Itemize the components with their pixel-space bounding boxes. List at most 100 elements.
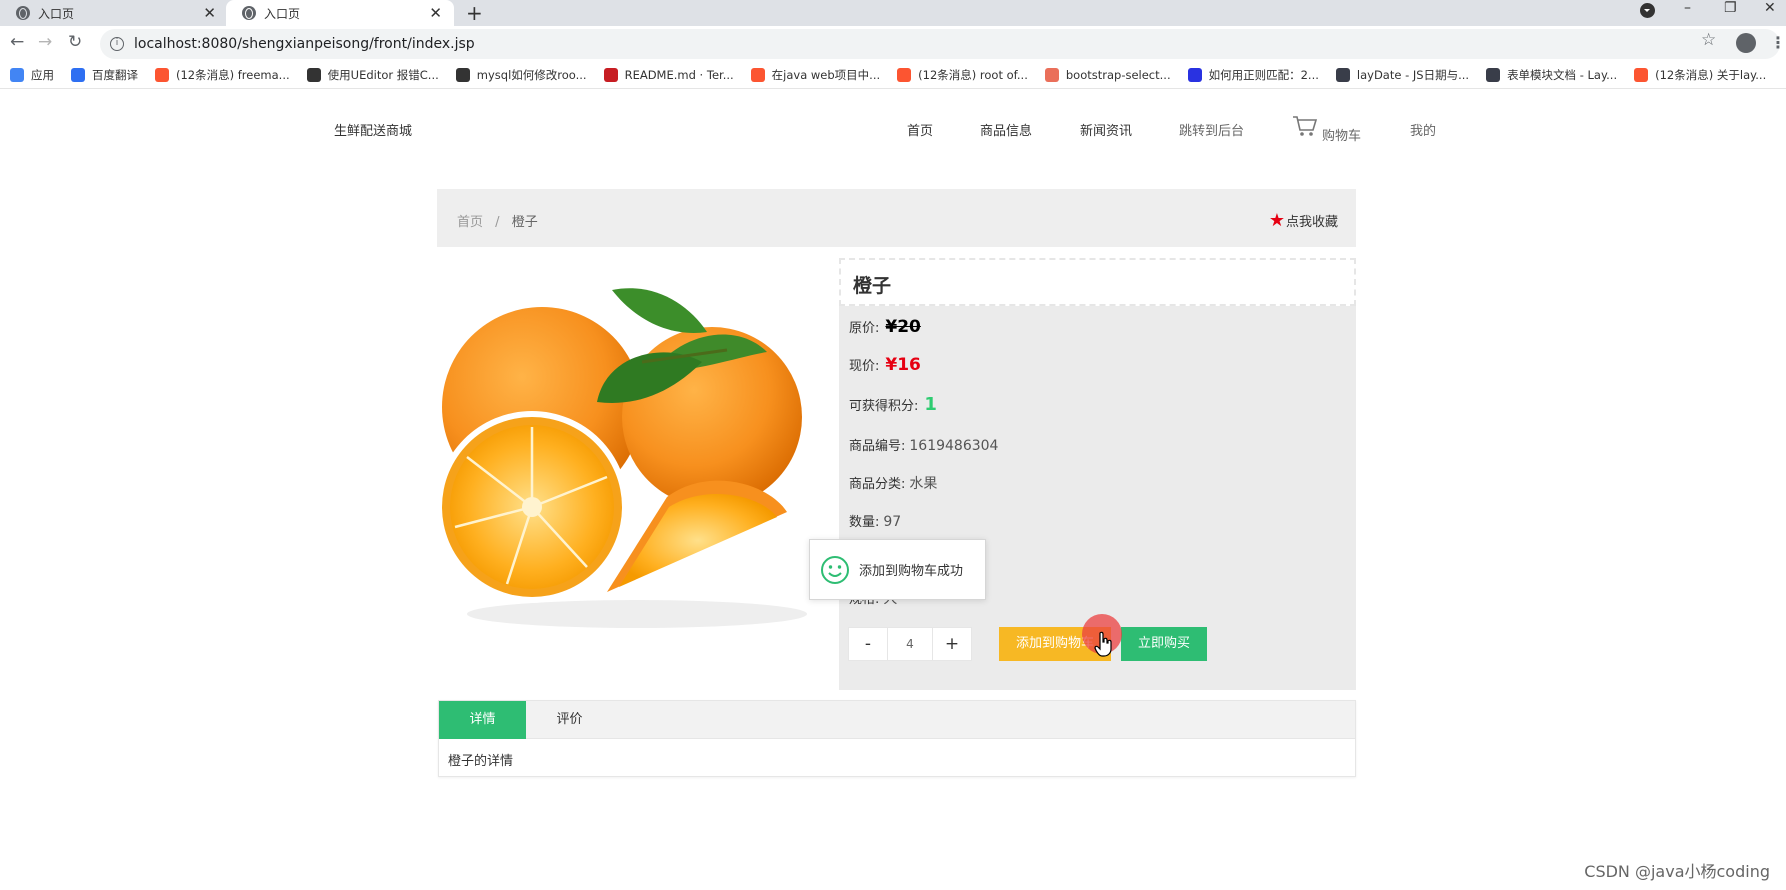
browser-tab-active[interactable]: 入口页 ✕ [226,0,454,26]
nav-home[interactable]: 首页 [907,120,933,139]
csdn-icon [897,68,912,82]
bookmark-item[interactable]: 表单模块文档 - Lay... [1486,67,1617,83]
globe-icon [16,6,30,20]
current-price-label: 现价: [849,359,880,374]
bookmark-item[interactable]: README.md · Ter... [603,68,734,82]
tab-details[interactable]: 详情 [439,701,526,739]
hand-cursor-icon [1094,631,1112,657]
bookmark-item[interactable]: 应用 [10,67,54,83]
browser-tab-title: 入口页 [264,6,301,21]
jianshu-icon [1044,68,1059,82]
quantity-stepper: - 4 + [848,627,972,661]
browser-menu-icon[interactable]: ⋮ [1770,33,1786,52]
stock-value: 97 [883,514,902,530]
bookmark-star-icon[interactable]: ☆ [1701,30,1716,50]
breadcrumb-separator: / [495,215,500,230]
favorite-button[interactable]: ★ 点我收藏 [1269,210,1338,231]
site-info-icon[interactable]: i [110,37,124,51]
bookmark-item[interactable]: 在java web项目中... [750,67,881,83]
minimize-icon[interactable]: – [1684,0,1691,16]
quantity-minus-button[interactable]: - [848,627,888,661]
toast-message: 添加到购物车成功 [859,564,964,579]
csdn-icon [155,68,169,82]
bookmark-item[interactable]: layDate - JS日期与... [1335,67,1469,83]
url-text: localhost:8080/shengxianpeisong/front/in… [134,36,475,52]
original-price-label: 原价: [849,321,880,336]
restore-icon[interactable]: ❐ [1724,0,1737,16]
detail-tabs-box: 详情 评价 橙子的详情 [438,700,1356,777]
apps-grid-icon [10,68,24,82]
bookmark-item[interactable]: (12条消息) root of... [897,67,1028,83]
bookmark-item[interactable]: 百度翻译 [71,67,138,83]
breadcrumb: 首页 / 橙子 [457,211,538,230]
csdn-icon [1634,68,1649,82]
forward-arrow-icon[interactable]: → [38,32,52,52]
product-code-label: 商品编号: [849,439,906,454]
bookmark-label: (12条消息) 关于lay... [1655,68,1767,82]
bookmark-item[interactable]: 如何用正则匹配：2... [1187,67,1319,83]
tab-search-icon[interactable] [1640,3,1655,18]
breadcrumb-current: 橙子 [511,215,538,230]
baidu-paw-icon [1187,68,1202,82]
bookmark-label: 百度翻译 [92,68,138,82]
category-row: 商品分类: 水果 [849,473,937,493]
nav-news[interactable]: 新闻资讯 [1080,120,1132,139]
bookmarks-bar: 应用 百度翻译 (12条消息) freema... 使用UEditor 报错C... m… [0,62,1786,89]
url-bar[interactable]: i localhost:8080/shengxianpeisong/front/… [100,29,1780,59]
detail-tab-header: 详情 评价 [439,701,1355,739]
stock-label: 数量: [849,515,880,530]
product-code-row: 商品编号: 1619486304 [849,435,998,454]
feather-icon [306,68,321,82]
bookmark-label: bootstrap-select... [1065,68,1171,82]
product-title-box: 橙子 [839,258,1356,306]
breadcrumb-home[interactable]: 首页 [457,215,483,230]
bookmark-label: (12条消息) freema... [176,68,290,82]
nav-products[interactable]: 商品信息 [980,120,1032,139]
baidu-translate-icon [71,68,85,82]
bookmark-item[interactable]: bootstrap-select... [1044,68,1171,82]
site-logo[interactable]: 生鲜配送商城 [334,120,412,139]
tab-reviews[interactable]: 评价 [526,701,613,739]
original-price: ¥20 [885,317,921,337]
category-label: 商品分类: [849,477,906,492]
points-row: 可获得积分: 1 [849,394,937,415]
smile-icon [821,555,849,584]
bookmark-item[interactable]: (12条消息) 关于lay... [1634,67,1766,83]
bookmark-label: 使用UEditor 报错C... [327,68,439,82]
stock-row: 数量: 97 [849,511,901,530]
bookmark-label: 表单模块文档 - Lay... [1507,68,1618,82]
window-close-icon[interactable]: ✕ [1764,0,1776,16]
quantity-input[interactable]: 4 [888,627,932,661]
category-value: 水果 [909,476,938,492]
bookmark-item[interactable]: mysql如何修改roo... [455,67,587,83]
layui-icon [1335,68,1350,82]
bookmark-item[interactable]: 使用UEditor 报错C... [306,67,439,83]
nav-mine[interactable]: 我的 [1410,120,1436,139]
profile-avatar-icon[interactable] [1736,33,1756,53]
points-value: 1 [924,394,937,415]
close-tab-icon[interactable]: ✕ [203,4,216,22]
quantity-plus-button[interactable]: + [932,627,972,661]
bookmark-label: (12条消息) root of... [918,68,1028,82]
back-arrow-icon[interactable]: ← [10,32,24,52]
buy-now-button[interactable]: 立即购买 [1121,627,1207,661]
globe-icon [242,6,256,20]
browser-tab[interactable]: 入口页 ✕ [0,0,228,26]
success-toast: 添加到购物车成功 [809,539,986,600]
browser-tab-title: 入口页 [38,6,75,21]
browser-tab-strip: 入口页 ✕ 入口页 ✕ + – ❐ ✕ [0,0,1786,26]
new-tab-plus-icon[interactable]: + [466,1,483,25]
bookmark-item[interactable]: (12条消息) freema... [155,67,290,83]
nav-admin[interactable]: 跳转到后台 [1179,120,1244,139]
detail-content: 橙子的详情 [448,754,514,769]
favorite-label: 点我收藏 [1285,215,1338,230]
points-label: 可获得积分: [849,399,919,414]
bookmark-label: README.md · Ter... [624,68,734,82]
reload-icon[interactable]: ↻ [68,32,82,52]
close-tab-icon[interactable]: ✕ [429,4,442,22]
cart-icon[interactable] [1292,114,1318,138]
bookmark-label: 应用 [31,68,54,82]
bookmark-label: 在java web项目中... [771,68,881,82]
star-icon: ★ [1268,210,1285,231]
nav-cart[interactable]: 购物车 [1322,125,1361,144]
